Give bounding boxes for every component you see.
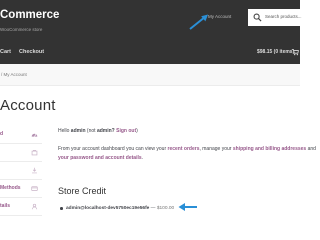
intro-line-1: From your account dashboard you can view… [58, 145, 316, 154]
site-title[interactable]: Commerce [0, 9, 59, 21]
greeting-username-alt: admin? [96, 128, 115, 134]
account-nav-account-details[interactable]: tails [0, 198, 42, 216]
nav-checkout[interactable]: Checkout [19, 49, 44, 55]
credit-code: admin@localhost-dev5750ec19e56fe [66, 206, 150, 211]
my-account-link[interactable]: My Account [208, 14, 231, 19]
search-input[interactable]: Search products... [265, 14, 302, 19]
breadcrumb[interactable]: / My Account [1, 72, 27, 77]
greeting-text: Hello admin (not admin? Sign out) [58, 128, 138, 134]
site-header: Commerce WooCommerce store My Account Se… [0, 0, 304, 64]
bullet-icon [60, 207, 63, 210]
cart-icon[interactable] [291, 48, 299, 56]
credit-separator: — [149, 206, 157, 211]
page-title: Account [0, 97, 56, 114]
dashboard-icon [31, 133, 38, 137]
addresses-link[interactable]: shipping and billing addresses [233, 146, 306, 152]
account-nav-label: tails [0, 203, 11, 209]
search-box[interactable]: Search products... [248, 9, 304, 26]
breadcrumb-bar: / My Account [0, 64, 300, 86]
store-credit-item: admin@localhost-dev5750ec19e56fe — $100.… [60, 206, 175, 211]
site-tagline: WooCommerce store [0, 27, 43, 32]
greeting-paren-close: ) [136, 128, 138, 134]
account-details-link[interactable]: your password and account details [58, 155, 142, 161]
greeting-username: admin [70, 128, 86, 134]
account-nav-orders[interactable] [0, 144, 42, 162]
credit-amount: $100.00 [156, 206, 175, 211]
intro-text: , manage your [199, 146, 232, 152]
account-nav-dashboard[interactable]: d [0, 126, 42, 144]
intro-text: From your account dashboard you can view… [58, 146, 167, 152]
downloads-icon [32, 167, 37, 174]
dashboard-intro: From your account dashboard you can view… [58, 145, 316, 163]
greeting-prefix: Hello [58, 128, 70, 134]
orders-icon [31, 150, 38, 156]
sign-out-link[interactable]: Sign out [116, 128, 136, 134]
store-credit-heading: Store Credit [58, 186, 107, 196]
search-icon [253, 13, 262, 22]
nav-cart[interactable]: Cart [0, 49, 11, 55]
cart-total[interactable]: $98.15 (0 items) [257, 49, 294, 55]
intro-line-2: your password and account details. [58, 154, 308, 163]
account-details-icon [31, 203, 38, 210]
account-nav-label: Methods [0, 185, 21, 191]
greeting-paren: (not [86, 128, 96, 134]
annotation-arrow-icon [178, 203, 197, 211]
account-nav-downloads[interactable] [0, 162, 42, 180]
intro-text: and [307, 146, 316, 152]
recent-orders-link[interactable]: recent orders [168, 146, 200, 152]
account-nav-label: d [0, 131, 4, 137]
payment-methods-icon [31, 186, 38, 191]
intro-text: . [141, 155, 144, 161]
account-nav-payment-methods[interactable]: Methods [0, 180, 42, 198]
